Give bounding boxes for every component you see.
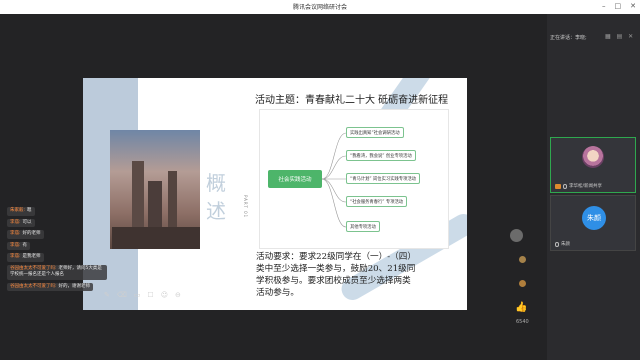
section-title: 概述 bbox=[206, 171, 226, 223]
reaction-bubble-icon[interactable] bbox=[510, 229, 523, 242]
chat-text: 是我老师 bbox=[22, 254, 41, 259]
participant-name: 李华松/新闻共享 bbox=[555, 183, 602, 189]
view-options-icon[interactable]: ▦ ▤ ✕ bbox=[605, 33, 635, 40]
mindmap-root: 社会实践活动 bbox=[268, 170, 322, 188]
window-titlebar: 腾讯会议网络研讨会 – □ ✕ bbox=[0, 0, 640, 14]
pen-icon[interactable]: ✎ bbox=[104, 291, 110, 299]
requirement-text: 活动要求：要求22级同学在（一）-（四） 类中至少选择一类参与，鼓励20、21级… bbox=[256, 251, 456, 299]
chat-message: 李庙: 有 bbox=[7, 241, 31, 250]
reaction-spark-icon bbox=[519, 256, 526, 263]
window-title: 腾讯会议网络研讨会 bbox=[292, 4, 347, 11]
mindmap-branch: “青马计划” 岗位实习实践专项活动 bbox=[346, 173, 420, 184]
participant-tile[interactable]: 朱颜 朱颜 bbox=[550, 195, 636, 251]
city-photo bbox=[110, 130, 200, 249]
participant-sidebar: 正在讲话：李晓; ▦ ▤ ✕ 李华松/新闻共享 朱颜 朱颜 bbox=[547, 14, 640, 360]
screen-icon[interactable]: ▭ bbox=[134, 291, 141, 299]
chat-message: 李庙: 可以 bbox=[7, 218, 35, 227]
eraser-icon[interactable]: ⌫ bbox=[117, 291, 127, 299]
chat-message: 谷园由太太不可爱了吗: 老师好，请问5大类是学校统一报名还是个人报名 bbox=[7, 264, 107, 280]
more-icon[interactable]: ⊖ bbox=[175, 291, 181, 299]
close-icon[interactable]: ✕ bbox=[630, 2, 636, 10]
chat-text: 好的老师 bbox=[22, 231, 41, 236]
chat-panel: 朱家毅: 嗯 李庙: 可以 李庙: 好的老师 李庙: 有 李庙: 是我老师 谷园由太太不可… bbox=[7, 207, 107, 294]
chat-text: 嗯 bbox=[27, 208, 32, 213]
mindmap: 社会实践活动 实践出真知”社会调研活动 “我看湾，我会说” 创业专项活动 “青马… bbox=[259, 109, 449, 249]
part-label: PART 01 bbox=[243, 195, 248, 219]
mindmap-branch: “我看湾，我会说” 创业专项活动 bbox=[346, 150, 416, 161]
emoji-icon[interactable]: ☺ bbox=[161, 291, 168, 299]
avatar: 朱颜 bbox=[582, 206, 606, 230]
chat-sender: 谷园由太太不可爱了吗: bbox=[10, 283, 57, 289]
window-controls: – □ ✕ bbox=[602, 2, 636, 10]
chat-sender: 李庙: bbox=[10, 219, 21, 225]
mindmap-branch: “社会服务青春行” 专项活动 bbox=[346, 196, 408, 207]
chat-sender: 李庙: bbox=[10, 254, 21, 259]
minimize-icon[interactable]: – bbox=[602, 2, 606, 10]
mic-icon bbox=[555, 241, 559, 247]
chat-text: 有 bbox=[22, 242, 28, 248]
chat-sender: 朱家毅: bbox=[10, 208, 26, 213]
mindmap-branch: 其他专项活动 bbox=[346, 221, 380, 232]
annotation-toolbar: ✎ ⌫ ▭ ☐ ☺ ⊖ bbox=[104, 291, 181, 299]
chat-icon[interactable]: ☐ bbox=[147, 291, 153, 299]
chat-sender: 李庙: bbox=[10, 242, 21, 248]
chat-sender: 李庙: bbox=[10, 231, 21, 236]
chat-sender: 谷园由太太不可爱了吗: bbox=[10, 265, 57, 271]
chat-message: 谷园由太太不可爱了吗: 好的，谢谢老师 bbox=[7, 282, 94, 291]
like-count: 6540 bbox=[516, 319, 529, 325]
participant-label: 朱颜 bbox=[561, 242, 570, 247]
mic-icon bbox=[563, 183, 567, 189]
requirement-line: 学积极参与。要求团校成员至少选择两类 bbox=[256, 276, 411, 286]
maximize-icon[interactable]: □ bbox=[615, 2, 622, 10]
requirement-line: 活动要求：要求22级同学在（一）-（四） bbox=[256, 252, 416, 262]
like-icon[interactable]: 👍 bbox=[515, 302, 527, 313]
speaking-indicator: 正在讲话：李晓; bbox=[550, 35, 587, 41]
chat-message: 李庙: 是我老师 bbox=[7, 253, 44, 262]
chat-text: 可以 bbox=[22, 219, 32, 225]
chat-message: 朱家毅: 嗯 bbox=[7, 207, 35, 216]
participant-label: 李华松/新闻共享 bbox=[569, 184, 603, 189]
mindmap-branch: 实践出真知”社会调研活动 bbox=[346, 127, 404, 138]
requirement-line: 类中至少选择一类参与，鼓励20、21级同 bbox=[256, 264, 416, 274]
slide-theme: 活动主题：青春献礼二十大 砥砺奋进新征程 bbox=[255, 95, 449, 106]
host-tag-icon bbox=[555, 183, 561, 189]
chat-text: 好的，谢谢老师 bbox=[58, 283, 91, 289]
avatar bbox=[582, 146, 604, 168]
requirement-line: 活动参与。 bbox=[256, 288, 299, 298]
reaction-flower-icon bbox=[519, 280, 526, 287]
participant-tile[interactable]: 李华松/新闻共享 bbox=[550, 137, 636, 193]
chat-message: 李庙: 好的老师 bbox=[7, 230, 44, 239]
shared-slide: 概述 PART 01 活动主题：青春献礼二十大 砥砺奋进新征程 社会实践活动 实… bbox=[83, 78, 467, 310]
participant-name: 朱颜 bbox=[555, 241, 570, 247]
